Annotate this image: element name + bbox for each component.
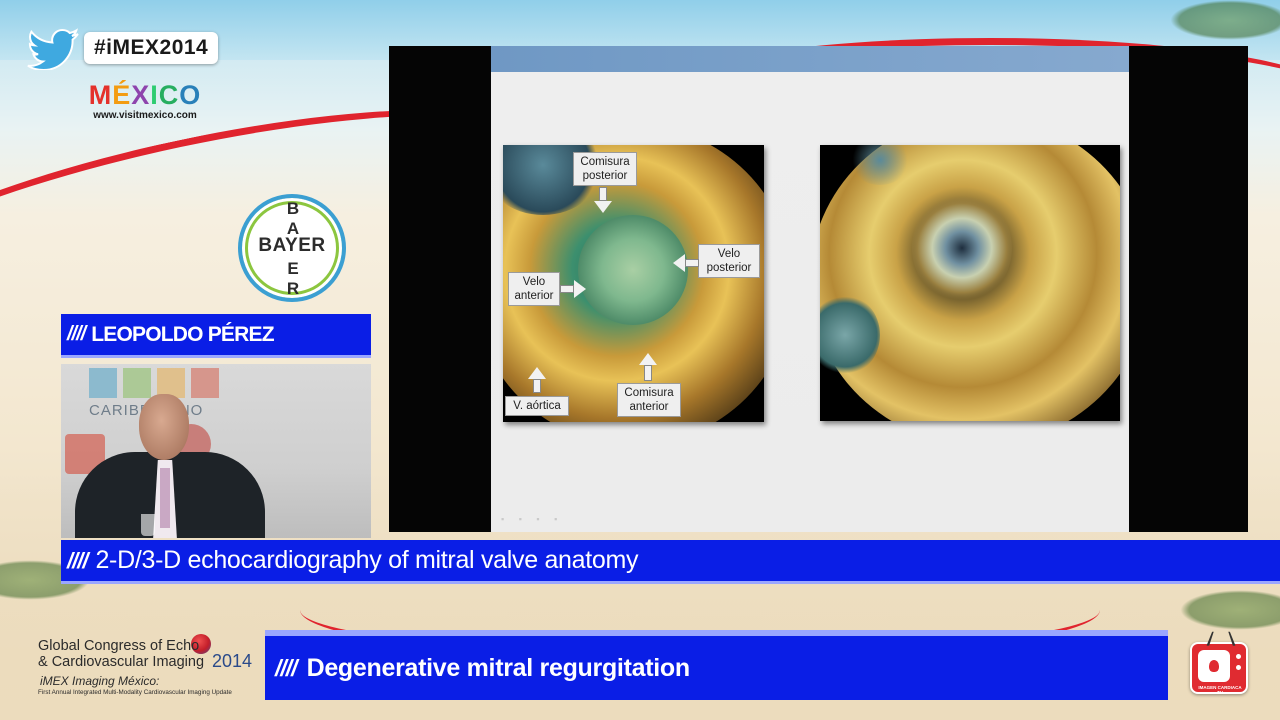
backdrop-tile — [123, 368, 151, 398]
slash-decoration: //// — [67, 547, 88, 573]
arrow-up-icon — [528, 367, 546, 379]
arrow-right-icon — [574, 280, 586, 298]
bayer-letter: E — [287, 259, 299, 278]
label-velo-posterior: Velo posterior — [698, 244, 760, 278]
arrow-up-icon — [639, 353, 657, 365]
speaker-name-bar: //// LEOPOLDO PÉREZ — [61, 314, 371, 358]
label-velo-anterior: Velo anterior — [508, 272, 560, 306]
hashtag-label: #iMEX2014 — [84, 32, 219, 64]
speaker-head — [139, 394, 189, 460]
arrow-left-icon — [673, 254, 685, 272]
slide-frame: Comisura posterior Velo posterior Velo a… — [389, 46, 1248, 532]
arrow-shaft — [644, 365, 652, 381]
echo-image-labeled: Comisura posterior Velo posterior Velo a… — [503, 145, 764, 422]
congress-line-3: iMEX Imaging México: — [40, 674, 160, 688]
mexico-url: www.visitmexico.com — [93, 110, 197, 121]
session-title: Degenerative mitral regurgitation — [306, 653, 691, 682]
backdrop-tile — [191, 368, 219, 398]
congress-line-1: Global Congress of Echo — [38, 638, 200, 654]
slide-header-bar — [491, 46, 1129, 72]
bayer-letter: B — [286, 199, 300, 218]
twitter-bird-icon — [26, 26, 82, 72]
echo-valve — [578, 215, 688, 325]
slash-decoration: //// — [275, 654, 298, 681]
mexico-letter: X — [131, 80, 151, 110]
antenna-icon — [1206, 631, 1236, 646]
slide-footer-icons: ▪ ▪ ▪ ▪ — [501, 514, 564, 524]
session-title-bar: //// Degenerative mitral regurgitation — [265, 630, 1168, 700]
arrow-shaft — [560, 285, 574, 293]
mexico-letter: O — [179, 80, 202, 110]
tv-screen-icon — [1198, 650, 1230, 682]
speaker-tie — [160, 468, 170, 528]
tv-logo-caption: IMAGEN CARDIACA TV — [1198, 685, 1242, 695]
arrow-down-icon — [594, 201, 612, 213]
palm-leaves-right — [1170, 0, 1280, 40]
label-comisura-posterior: Comisura posterior — [573, 152, 637, 186]
speaker-name: LEOPOLDO PÉREZ — [91, 322, 274, 346]
mexico-letter: C — [158, 80, 180, 110]
congress-logo: Global Congress of Echo & Cardiovascular… — [30, 634, 260, 704]
twitter-hashtag-badge: #iMEX2014 — [26, 26, 219, 72]
speaker-video: CARIBE CANO — [61, 364, 371, 538]
slash-decoration: //// — [67, 323, 86, 345]
water-glass — [141, 514, 155, 536]
mexico-letter: É — [112, 80, 132, 110]
presentation-slide: Comisura posterior Velo posterior Velo a… — [491, 46, 1129, 532]
imagen-cardiaca-tv-logo: IMAGEN CARDIACA TV — [1190, 631, 1248, 695]
tv-knobs-icon — [1236, 654, 1242, 676]
congress-line-2: & Cardiovascular Imaging — [38, 654, 205, 670]
congress-year: 2014 — [212, 651, 253, 671]
backdrop-tile — [89, 368, 117, 398]
bayer-vertical-text: B A E R — [285, 199, 301, 298]
bayer-letter: A — [286, 219, 300, 238]
label-comisura-anterior: Comisura anterior — [617, 383, 681, 417]
mexico-logo: M É X I C O — [78, 80, 212, 110]
arrow-shaft — [533, 379, 541, 393]
bayer-logo: BAYER B A E R — [238, 194, 346, 302]
label-v-aortica: V. aórtica — [505, 396, 569, 416]
mexico-letter: M — [88, 80, 113, 110]
echo-valve — [912, 193, 1012, 303]
heart-icon — [1209, 660, 1219, 672]
echo-image-plain — [820, 145, 1120, 421]
topic-title-bar: //// 2-D/3-D echocardiography of mitral … — [61, 540, 1280, 584]
arrow-shaft — [599, 187, 607, 201]
mexico-letter: I — [150, 80, 159, 110]
arrow-shaft — [685, 259, 699, 267]
bayer-letter: R — [286, 279, 300, 298]
topic-title: 2-D/3-D echocardiography of mitral valve… — [95, 546, 639, 574]
congress-line-4: First Annual Integrated Multi-Modality C… — [38, 689, 232, 696]
